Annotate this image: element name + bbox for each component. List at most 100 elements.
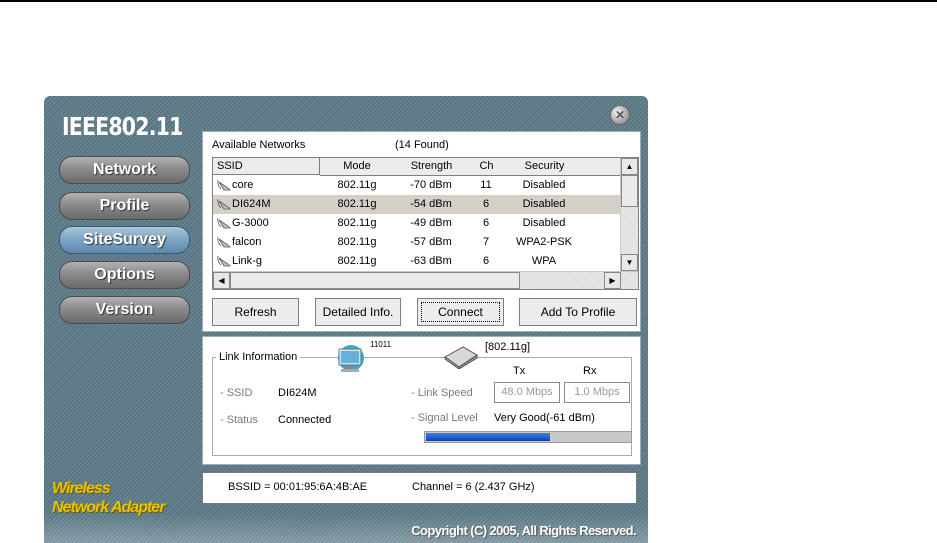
column-header-strength[interactable]: Strength [394,158,470,176]
cell-mode: 802.11g [337,236,377,248]
cell-channel: 11 [480,179,492,191]
table-row[interactable]: G-3000 802.11g -49 dBm 6 Disabled [213,214,620,233]
column-header-extra [585,158,621,176]
brand-line-2: Network Adapter [52,499,165,516]
cell-channel: 6 [482,198,490,210]
bssid-panel: BSSID = 00:01:95:6A:4B:AE Channel = 6 (2… [202,472,637,504]
link-speed-label: - Link Speed [411,387,473,399]
brand-text: Wireless Network Adapter [52,479,165,517]
horizontal-scroll-thumb[interactable] [230,272,520,289]
close-button[interactable]: ✕ [610,105,630,125]
available-networks-label: Available Networks [212,139,306,151]
cell-ssid: G-3000 [217,214,320,233]
arrow-down-icon: ▼ [625,258,634,267]
vertical-scrollbar[interactable]: ▲ ▼ [620,158,638,271]
rx-header: Rx [583,365,597,377]
network-icon-badge: 11011 [370,340,392,349]
link-information-panel: Link Information 11011 [802.11g] Tx Rx -… [202,336,641,465]
arrow-left-icon: ◀ [218,276,225,285]
status-label: - Status [220,414,258,426]
ssid-text: falcon [232,236,262,248]
signal-level-value: Very Good(-61 dBm) [494,412,595,424]
cell-security: Disabled [522,198,566,210]
networks-found-count: (14 Found) [395,139,449,151]
tx-speed-field: 48.0 Mbps [494,382,560,403]
table-row[interactable]: falcon 802.11g -57 dBm 7 WPA2-PSK [213,233,620,252]
ssid-text: core [232,179,254,191]
app-window: IEEE802.11 ✕ Network Profile SiteSurvey … [44,96,648,543]
cell-mode: 802.11g [337,255,377,267]
rx-speed-field: 1.0 Mbps [564,382,630,403]
table-header: SSID Mode Strength Ch Security [213,158,621,176]
link-mode: [802.11g] [485,341,531,353]
connect-button-label: Connect [421,302,500,322]
cell-strength: -63 dBm [410,255,452,267]
site-survey-panel: Available Networks (14 Found) SSID Mode … [202,131,641,332]
scroll-down-button[interactable]: ▼ [621,254,638,271]
column-header-security[interactable]: Security [504,158,586,176]
cell-security: WPA2-PSK [515,236,573,248]
top-divider [0,0,937,2]
link-information-title: Link Information [216,351,301,363]
status-value: Connected [278,414,332,426]
wireless-signal-icon [217,217,231,229]
horizontal-scrollbar[interactable]: ◀ ▶ [213,271,638,289]
column-header-ssid[interactable]: SSID [213,158,320,175]
add-to-profile-button[interactable]: Add To Profile [519,298,637,326]
copyright-text: Copyright (C) 2005, All Rights Reserved. [411,523,636,538]
nav-version-button[interactable]: Version [59,296,190,324]
cell-strength: -70 dBm [410,179,452,191]
ssid-label: - SSID [220,387,253,399]
ssid-value: DI624M [278,387,317,399]
app-logo: IEEE802.11 [62,112,183,141]
nav-options-button[interactable]: Options [59,261,190,289]
wireless-signal-icon [217,255,231,267]
vertical-scroll-thumb[interactable] [621,175,638,207]
arrow-up-icon: ▲ [625,162,634,171]
column-header-ch[interactable]: Ch [469,158,505,176]
wireless-signal-icon [217,198,231,210]
bssid-value: BSSID = 00:01:95:6A:4B:AE [228,481,368,493]
tx-header: Tx [513,365,526,377]
signal-level-fill [426,433,550,441]
computer-network-icon [335,341,375,375]
cell-security: Disabled [522,179,566,191]
cell-strength: -54 dBm [410,198,452,210]
arrow-right-icon: ▶ [609,276,616,285]
wireless-adapter-icon [443,345,479,370]
scroll-up-button[interactable]: ▲ [621,158,638,175]
cell-ssid: falcon [217,233,320,252]
channel-value: Channel = 6 (2.437 GHz) [412,481,535,493]
cell-security: WPA [531,255,557,267]
nav-profile-button[interactable]: Profile [59,192,190,220]
table-row[interactable]: core 802.11g -70 dBm 11 Disabled [213,176,620,195]
ssid-text: DI624M [232,198,271,210]
cell-mode: 802.11g [337,198,377,210]
cell-ssid: core [217,176,320,195]
cell-mode: 802.11g [337,217,377,229]
wireless-signal-icon [217,179,231,191]
cell-channel: 7 [482,236,490,248]
ssid-text: G-3000 [232,217,269,229]
refresh-button[interactable]: Refresh [212,298,299,326]
nav-sitesurvey-button[interactable]: SiteSurvey [59,226,190,254]
brand-line-1: Wireless [52,480,111,497]
signal-level-bar [424,431,632,443]
table-row[interactable]: DI624M 802.11g -54 dBm 6 Disabled [213,195,620,214]
connect-button[interactable]: Connect [417,298,504,326]
networks-table: SSID Mode Strength Ch Security core 802.1… [212,157,639,290]
cell-mode: 802.11g [337,179,377,191]
cell-strength: -57 dBm [410,236,452,248]
close-icon: ✕ [614,108,626,122]
column-header-mode[interactable]: Mode [320,158,395,176]
cell-channel: 6 [482,217,490,229]
scroll-left-button[interactable]: ◀ [213,272,230,289]
wireless-signal-icon [217,236,231,248]
cell-ssid: Link-g [217,252,320,271]
cell-ssid: DI624M [217,195,320,214]
detailed-info-button[interactable]: Detailed Info. [315,298,401,326]
nav-network-button[interactable]: Network [59,156,190,184]
table-row[interactable]: Link-g 802.11g -63 dBm 6 WPA [213,252,620,271]
scroll-right-button[interactable]: ▶ [604,272,621,289]
ssid-text: Link-g [232,255,262,267]
